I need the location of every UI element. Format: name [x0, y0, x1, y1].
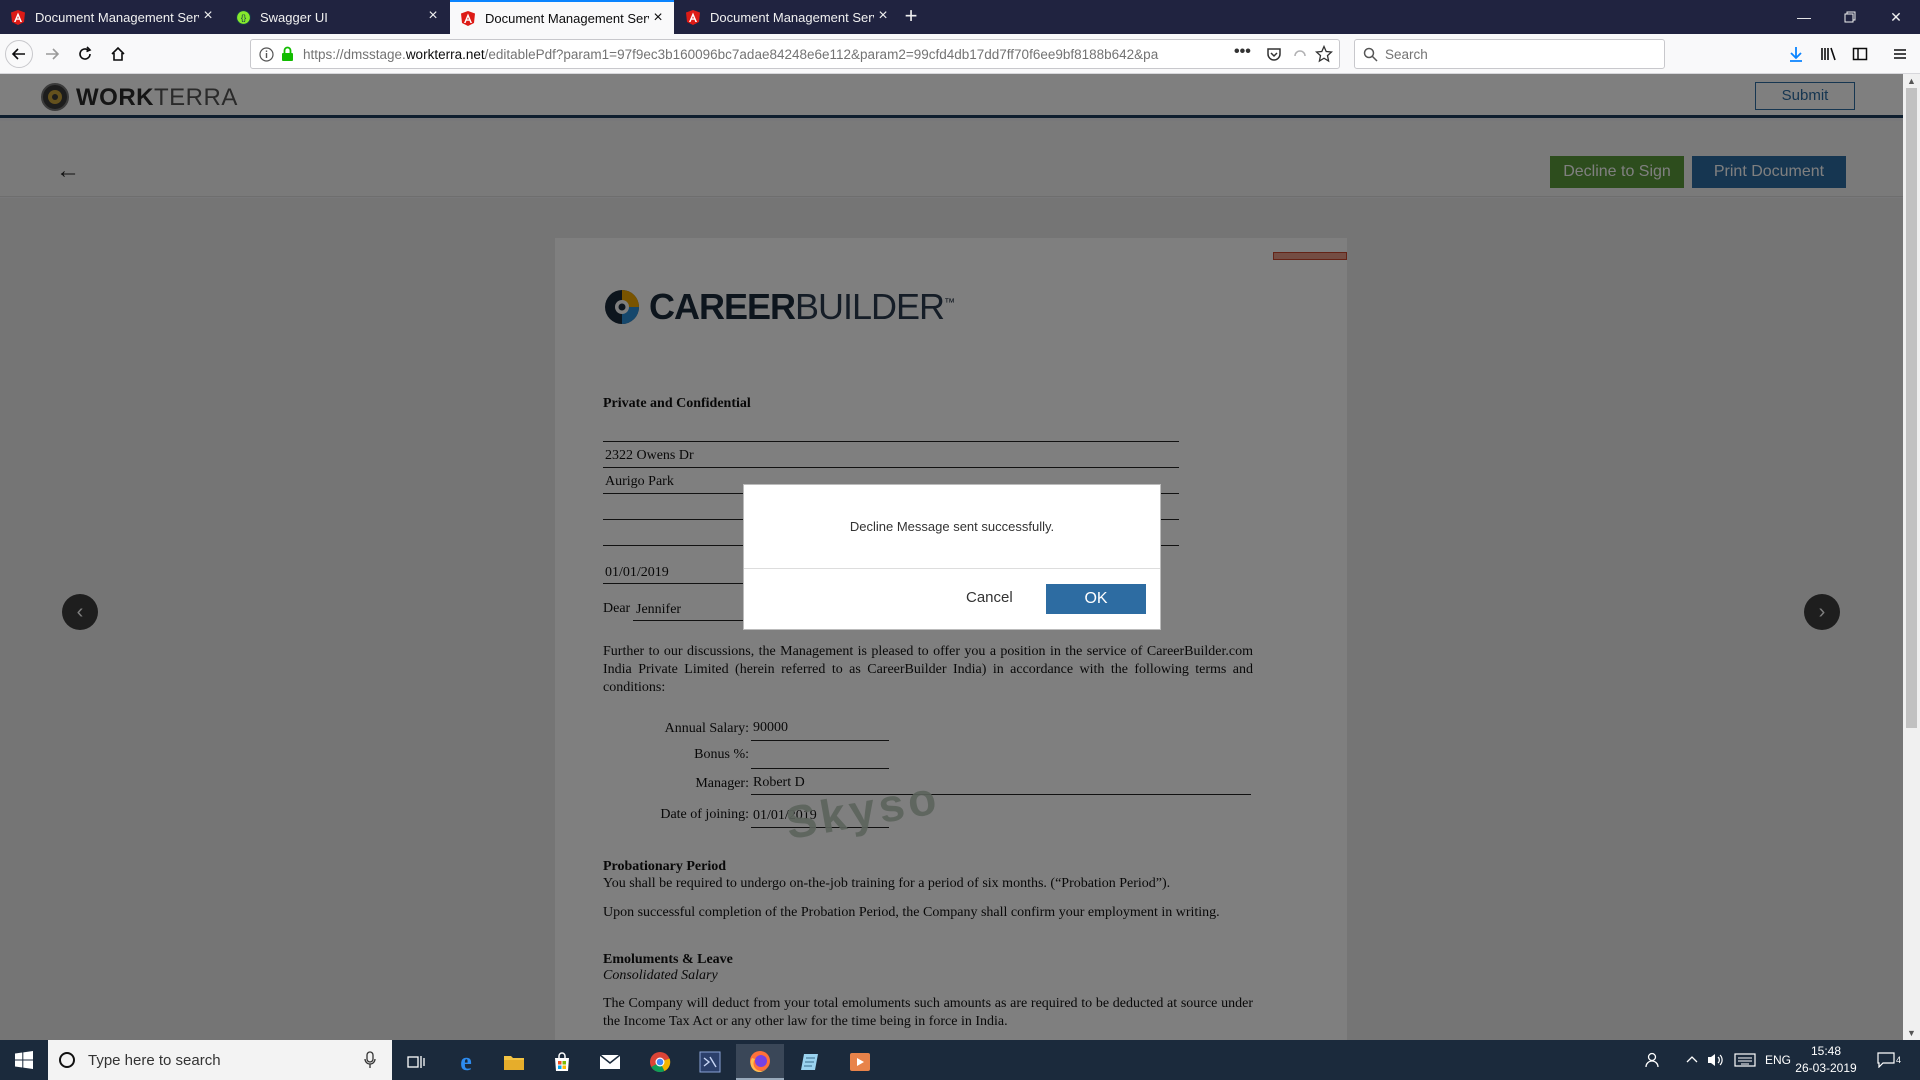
- people-icon[interactable]: [1644, 1040, 1662, 1080]
- volume-icon[interactable]: [1707, 1040, 1725, 1080]
- lock-icon[interactable]: [281, 46, 294, 65]
- taskbar-store[interactable]: [538, 1044, 586, 1080]
- browser-tab-strip: Document Management Servic × {} Swagger …: [0, 0, 1920, 34]
- search-icon: [1363, 47, 1378, 65]
- browser-tab[interactable]: Document Management Servic ×: [675, 0, 899, 34]
- back-button[interactable]: [5, 40, 33, 68]
- page-actions-icon[interactable]: •••: [1234, 43, 1251, 61]
- angular-icon: [10, 9, 26, 25]
- bookmark-star-icon[interactable]: [1314, 44, 1334, 66]
- windows-logo-icon: [15, 1051, 33, 1069]
- tab-title: Document Management Servic: [710, 9, 874, 25]
- swagger-icon: {}: [235, 9, 251, 25]
- scroll-down-icon[interactable]: ▼: [1907, 1028, 1916, 1038]
- vertical-scrollbar[interactable]: ▲ ▼: [1903, 74, 1920, 1040]
- angular-icon: [460, 10, 476, 26]
- notification-count: 4: [1896, 1055, 1902, 1065]
- url-bar[interactable]: https://dmsstage.workterra.net/editableP…: [250, 39, 1340, 69]
- confirmation-dialog: Decline Message sent successfully. Cance…: [743, 484, 1161, 630]
- sidebar-icon: [1852, 47, 1868, 61]
- search-placeholder: Search: [1385, 47, 1428, 62]
- system-clock[interactable]: 15:48 26-03-2019: [1790, 1043, 1862, 1077]
- dialog-divider: [744, 568, 1160, 569]
- home-icon: [111, 46, 125, 61]
- sidebar-button[interactable]: [1846, 40, 1874, 68]
- tracking-icon[interactable]: [1293, 46, 1307, 65]
- download-icon: [1790, 47, 1802, 62]
- cancel-button[interactable]: Cancel: [966, 589, 1013, 606]
- close-window-button[interactable]: ✕: [1873, 0, 1919, 34]
- taskbar-media[interactable]: [836, 1044, 884, 1080]
- action-center-button[interactable]: 4: [1877, 1040, 1901, 1080]
- microphone-icon[interactable]: [364, 1051, 376, 1072]
- forward-button[interactable]: [38, 40, 66, 68]
- svg-text:{}: {}: [240, 13, 246, 22]
- dialog-message: Decline Message sent successfully.: [849, 519, 1055, 534]
- close-icon[interactable]: ×: [650, 10, 666, 26]
- ok-button[interactable]: OK: [1046, 584, 1146, 614]
- taskbar-search-placeholder: Type here to search: [88, 1052, 221, 1069]
- reload-button[interactable]: [71, 40, 99, 68]
- browser-tab-active[interactable]: Document Management Servic ×: [450, 0, 674, 34]
- taskbar-visual-studio[interactable]: [686, 1044, 734, 1080]
- media-player-icon: [850, 1053, 870, 1071]
- clock-date: 26-03-2019: [1795, 1061, 1857, 1075]
- url-text[interactable]: https://dmsstage.workterra.net/editableP…: [303, 47, 1208, 62]
- close-icon[interactable]: ×: [875, 8, 891, 24]
- taskbar-chrome[interactable]: [636, 1044, 684, 1080]
- scrollbar-thumb[interactable]: [1906, 88, 1917, 728]
- close-icon[interactable]: ×: [200, 8, 216, 24]
- start-button[interactable]: [0, 1040, 48, 1080]
- restore-button[interactable]: [1827, 0, 1873, 34]
- edge-icon: e: [460, 1047, 472, 1076]
- arrow-right-icon: [46, 48, 60, 60]
- keyboard-icon[interactable]: [1734, 1040, 1756, 1080]
- task-view-button[interactable]: [392, 1044, 440, 1080]
- tab-title: Document Management Servic: [35, 9, 199, 25]
- taskbar-mail[interactable]: [586, 1044, 634, 1080]
- hamburger-icon: [1894, 49, 1906, 59]
- minimize-button[interactable]: —: [1781, 0, 1827, 34]
- mail-icon: [599, 1054, 621, 1069]
- reload-icon: [79, 46, 92, 60]
- chrome-icon: [650, 1052, 671, 1073]
- taskbar-file-explorer[interactable]: [490, 1044, 538, 1080]
- tab-title: Document Management Servic: [485, 10, 649, 26]
- firefox-icon: [750, 1051, 770, 1072]
- tab-title: Swagger UI: [260, 9, 328, 25]
- arrow-left-icon: [11, 48, 25, 60]
- pocket-icon[interactable]: [1266, 46, 1282, 65]
- show-hidden-icons-icon[interactable]: [1686, 1040, 1698, 1080]
- task-view-icon: [407, 1056, 425, 1068]
- library-button[interactable]: [1815, 40, 1843, 68]
- downloads-button[interactable]: [1782, 40, 1810, 68]
- browser-nav-bar: https://dmsstage.workterra.net/editableP…: [0, 34, 1920, 74]
- visual-studio-icon: [699, 1051, 721, 1073]
- browser-tab[interactable]: {} Swagger UI ×: [225, 0, 449, 34]
- taskbar-edge[interactable]: e: [442, 1044, 490, 1080]
- menu-button[interactable]: [1886, 40, 1914, 68]
- folder-icon: [504, 1056, 524, 1070]
- info-icon[interactable]: [259, 47, 274, 65]
- notepad-icon: [801, 1054, 818, 1070]
- taskbar-app[interactable]: [786, 1044, 834, 1080]
- taskbar-firefox[interactable]: [736, 1044, 784, 1080]
- notification-icon: [1877, 1052, 1895, 1068]
- home-button[interactable]: [104, 40, 132, 68]
- search-bar[interactable]: Search: [1354, 39, 1665, 69]
- cortana-icon: [58, 1051, 76, 1072]
- angular-icon: [685, 9, 701, 25]
- clock-time: 15:48: [1810, 1044, 1842, 1058]
- scroll-up-icon[interactable]: ▲: [1907, 76, 1916, 86]
- windows-taskbar: Type here to search e ENG 15:48 26-03-20…: [0, 1040, 1920, 1080]
- close-icon[interactable]: ×: [425, 8, 441, 24]
- taskbar-search[interactable]: Type here to search: [48, 1040, 392, 1080]
- browser-tab[interactable]: Document Management Servic ×: [0, 0, 224, 34]
- new-tab-button[interactable]: +: [898, 4, 924, 30]
- store-icon: [555, 1052, 569, 1071]
- input-language[interactable]: ENG: [1765, 1040, 1791, 1080]
- library-icon: [1821, 47, 1836, 61]
